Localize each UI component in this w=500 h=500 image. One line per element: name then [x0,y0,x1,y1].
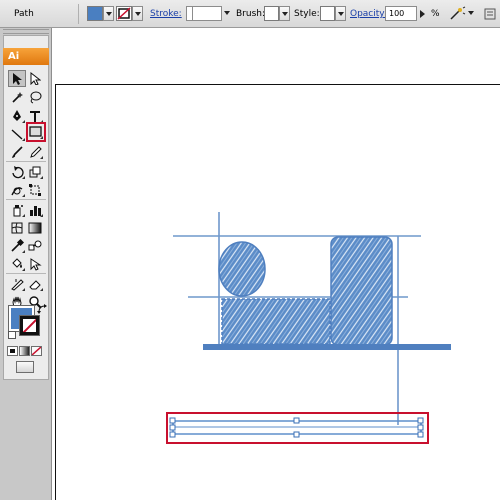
panel-grip[interactable] [3,29,49,34]
selection-handle [169,431,176,438]
rectangle-tool[interactable] [26,122,46,142]
eraser-icon [29,279,41,289]
selection-handle [417,424,424,431]
slice-icon [11,278,24,291]
gradient-icon [28,222,42,233]
blend-tool[interactable] [26,237,44,254]
divider [6,199,46,200]
selection-handle [417,417,424,424]
rotate-tool[interactable] [8,163,26,180]
base-bar [203,344,451,350]
selection-tool[interactable] [8,70,26,87]
gradient-mode-button[interactable] [19,346,30,356]
magic-wand-icon [12,91,23,103]
stroke-color-swatch[interactable] [19,315,40,336]
eraser-tool[interactable] [26,275,44,292]
selection-handle [169,417,176,424]
paintbrush-icon [12,145,23,158]
artwork [166,212,451,444]
hatched-circle-shape [218,241,266,297]
live-paint-bucket-icon [12,257,22,268]
slice-tool[interactable] [8,275,26,292]
magic-wand-tool[interactable] [8,88,26,105]
free-transform-tool[interactable] [26,181,44,198]
screen-mode-button[interactable] [16,361,34,373]
divider [6,161,46,162]
default-colors-icon[interactable] [8,331,16,339]
rotate-icon [12,165,24,178]
symbol-sprayer-tool[interactable] [8,201,26,218]
live-paint-selection-icon [30,257,42,271]
ai-logo: Ai [3,48,49,65]
gradient-tool[interactable] [26,219,44,236]
eyedropper-tool[interactable] [8,237,26,254]
pen-icon [13,109,21,121]
rectangle-icon [29,126,42,137]
warp-tool[interactable] [8,181,26,198]
pencil-tool[interactable] [26,143,44,160]
selection-handle [169,424,176,431]
eyedropper-icon [11,238,24,252]
live-paint-bucket-tool[interactable] [8,255,26,272]
selection-handle [417,431,424,438]
mesh-icon [11,222,23,233]
scale-icon [29,166,41,177]
blend-icon [28,240,42,250]
column-graph-icon [30,205,41,216]
live-paint-selection-tool[interactable] [26,255,44,272]
type-icon [30,110,40,122]
selection-arrow-icon [13,73,22,85]
direct-selection-arrow-icon [30,72,41,85]
hatched-wide-rectangle [221,298,331,345]
free-transform-icon [29,183,41,196]
divider [6,273,46,274]
lasso-tool[interactable] [26,88,44,105]
selection-handle [293,417,300,424]
line-segment-icon [11,128,23,140]
lasso-icon [30,91,42,103]
warp-icon [11,186,23,195]
symbol-sprayer-icon [13,204,23,216]
scale-tool[interactable] [26,163,44,180]
line-segment-tool[interactable] [8,125,26,142]
swap-fill-stroke-icon[interactable] [37,304,47,314]
mesh-tool[interactable] [8,219,26,236]
column-graph-tool[interactable] [26,201,44,218]
none-mode-button[interactable] [31,346,42,356]
color-mode-button[interactable] [7,346,18,356]
direct-selection-tool[interactable] [26,70,44,87]
paintbrush-tool[interactable] [8,143,26,160]
pen-tool[interactable] [8,107,26,124]
hatched-tall-rectangle [330,236,393,346]
selection-handle [293,431,300,438]
pencil-icon [30,145,42,158]
